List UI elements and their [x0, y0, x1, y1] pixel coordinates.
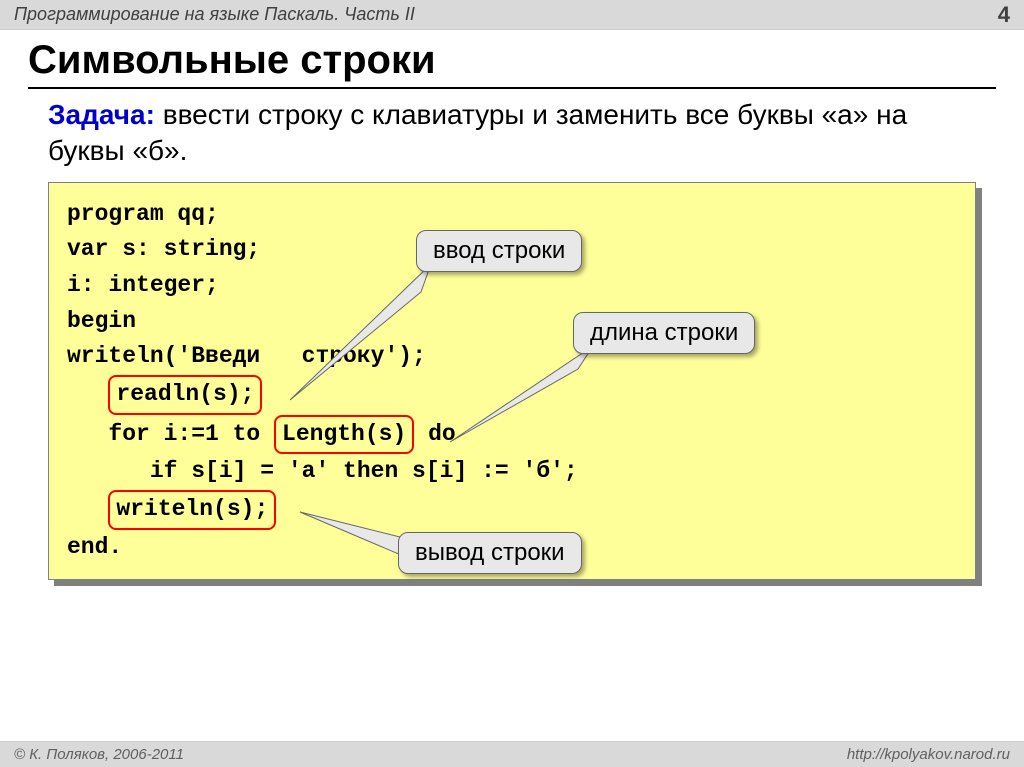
- code-line: i: integer;: [67, 268, 957, 304]
- footer-right: http://kpolyakov.narod.ru: [847, 746, 1010, 763]
- task-label: Задача:: [48, 99, 155, 130]
- task-block: Задача: ввести строку с клавиатуры и зам…: [0, 89, 1024, 176]
- code-line: writeln(s);: [67, 490, 957, 530]
- callout-length: длина строки: [573, 312, 755, 354]
- slide: Программирование на языке Паскаль. Часть…: [0, 0, 1024, 767]
- code-line: if s[i] = 'а' then s[i] := 'б';: [67, 454, 957, 490]
- doc-title: Программирование на языке Паскаль. Часть…: [14, 4, 415, 25]
- highlight-writeln: writeln(s);: [108, 490, 276, 530]
- callout-tail-icon: [286, 252, 436, 402]
- task-text: ввести строку с клавиатуры и заменить вс…: [48, 99, 907, 166]
- code-fragment: writeln('Введи: [67, 343, 260, 369]
- code-block: program qq; var s: string; i: integer; b…: [48, 182, 976, 580]
- highlight-length: Length(s): [274, 415, 414, 455]
- footer-left: © К. Поляков, 2006-2011: [14, 746, 184, 763]
- slide-heading: Символьные строки: [0, 30, 1024, 87]
- top-bar: Программирование на языке Паскаль. Часть…: [0, 0, 1024, 30]
- footer: © К. Поляков, 2006-2011 http://kpolyakov…: [0, 741, 1024, 767]
- code-line: program qq;: [67, 197, 957, 233]
- code-fragment: [67, 381, 108, 407]
- code-fragment: [67, 496, 108, 522]
- callout-input: ввод строки: [416, 230, 582, 272]
- highlight-readln: readln(s);: [108, 375, 262, 415]
- page-number: 4: [998, 2, 1010, 28]
- callout-output: вывод строки: [398, 532, 582, 574]
- code-fragment: for i:=1 to: [67, 421, 274, 447]
